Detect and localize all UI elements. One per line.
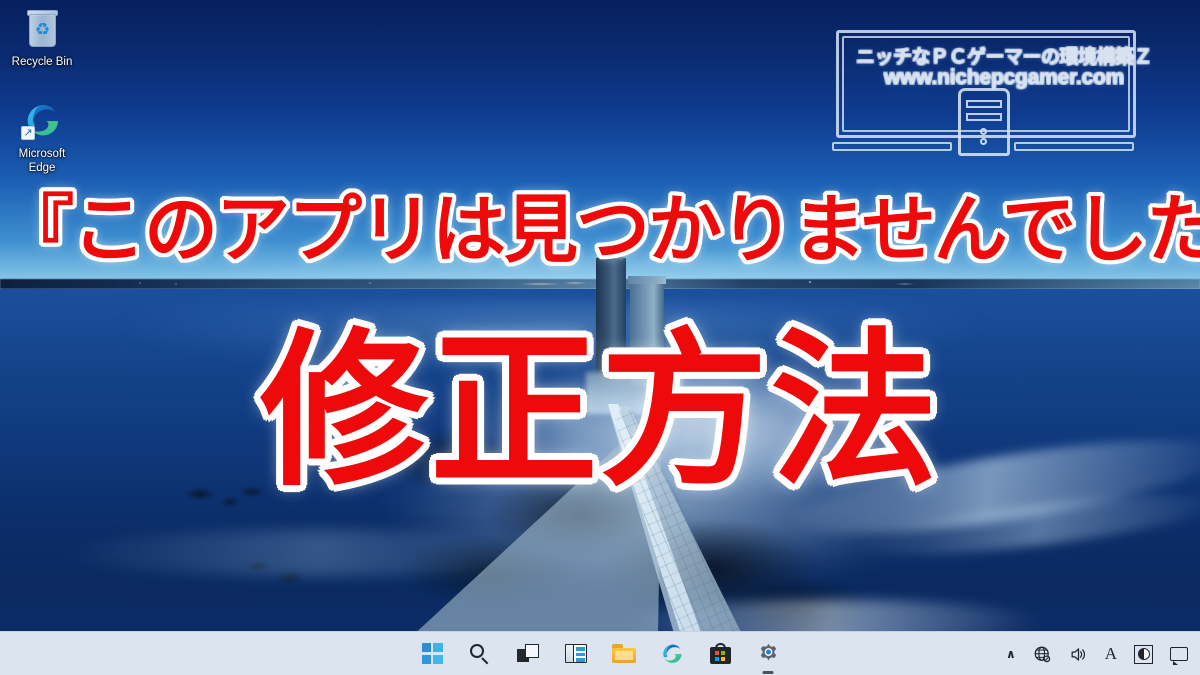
pc-tower-drive-bay-icon: [966, 113, 1002, 121]
taskbar-active-indicator: [762, 670, 774, 674]
pc-tower-icon: [958, 88, 1010, 156]
taskbar-button-widgets[interactable]: [559, 637, 593, 671]
gear-icon: [760, 643, 776, 661]
search-icon: [469, 643, 491, 665]
widgets-icon: [565, 644, 587, 663]
taskbar-button-start[interactable]: [415, 637, 449, 671]
tray-network[interactable]: [1029, 639, 1056, 669]
pc-tower-button-icon: [980, 128, 987, 135]
pc-tower-button-icon: [980, 138, 987, 145]
taskbar-button-search[interactable]: [463, 637, 497, 671]
taskbar-button-group: [415, 632, 785, 675]
taskbar-button-task-view[interactable]: [511, 637, 545, 671]
desktop-screenshot: ♻ Recycle Bin ↗ Microsoft Edge ニッチなＰＣゲーマ…: [0, 0, 1200, 675]
headline-primary: 『このアプリは見つかりませんでした』: [0, 187, 1200, 273]
tray-notifications[interactable]: [1166, 639, 1192, 669]
globe-network-icon: [1034, 646, 1050, 662]
pc-tower-drive-bay-icon: [966, 100, 1002, 108]
desktop-icon-label: Recycle Bin: [11, 56, 73, 68]
tray-show-hidden-icons[interactable]: ∧: [1002, 639, 1020, 669]
windows-start-icon: [421, 643, 443, 664]
shortcut-arrow-icon: ↗: [21, 126, 35, 140]
taskbar-button-file-explorer[interactable]: [607, 637, 641, 671]
taskbar: ∧ A: [0, 631, 1200, 675]
watermark-site-url: www.nichepcgamer.com: [883, 66, 1125, 89]
folder-icon: [612, 644, 636, 663]
tray-ime-input-mode[interactable]: A: [1101, 639, 1121, 669]
desktop-icon-label: Microsoft: [18, 148, 66, 160]
ime-half-circle-icon: [1134, 644, 1153, 664]
recycle-bin-icon: ♻: [19, 6, 65, 52]
store-bag-icon: [709, 643, 731, 664]
watermark-site-title: ニッチなＰＣゲーマーの環境構築Ｚ: [855, 47, 1153, 68]
edge-icon: ↗: [19, 98, 65, 144]
site-watermark: ニッチなＰＣゲーマーの環境構築Ｚ www.nichepcgamer.com: [818, 14, 1190, 162]
taskbar-button-microsoft-store[interactable]: [703, 637, 737, 671]
monitor-stand-right-icon: [1014, 142, 1134, 151]
wallpaper-secondary-tower-cap: [628, 276, 666, 284]
desktop-icon-microsoft-edge[interactable]: ↗ Microsoft Edge: [4, 98, 80, 175]
monitor-stand-left-icon: [832, 142, 952, 151]
edge-icon: [662, 644, 682, 663]
speaker-icon: [1071, 647, 1085, 661]
tray-volume[interactable]: [1065, 639, 1092, 669]
desktop-icon-recycle-bin[interactable]: ♻ Recycle Bin: [4, 6, 80, 69]
taskbar-button-microsoft-edge[interactable]: [655, 637, 689, 671]
headline-secondary: 修正方法: [260, 313, 940, 509]
system-tray: ∧ A: [1002, 632, 1192, 675]
desktop-icon-label-line2: Edge: [28, 162, 56, 174]
taskbar-button-settings[interactable]: [751, 637, 785, 674]
task-view-icon: [517, 644, 539, 663]
chat-bubble-icon: [1170, 647, 1188, 665]
tray-ime-conversion-mode[interactable]: [1130, 639, 1157, 669]
